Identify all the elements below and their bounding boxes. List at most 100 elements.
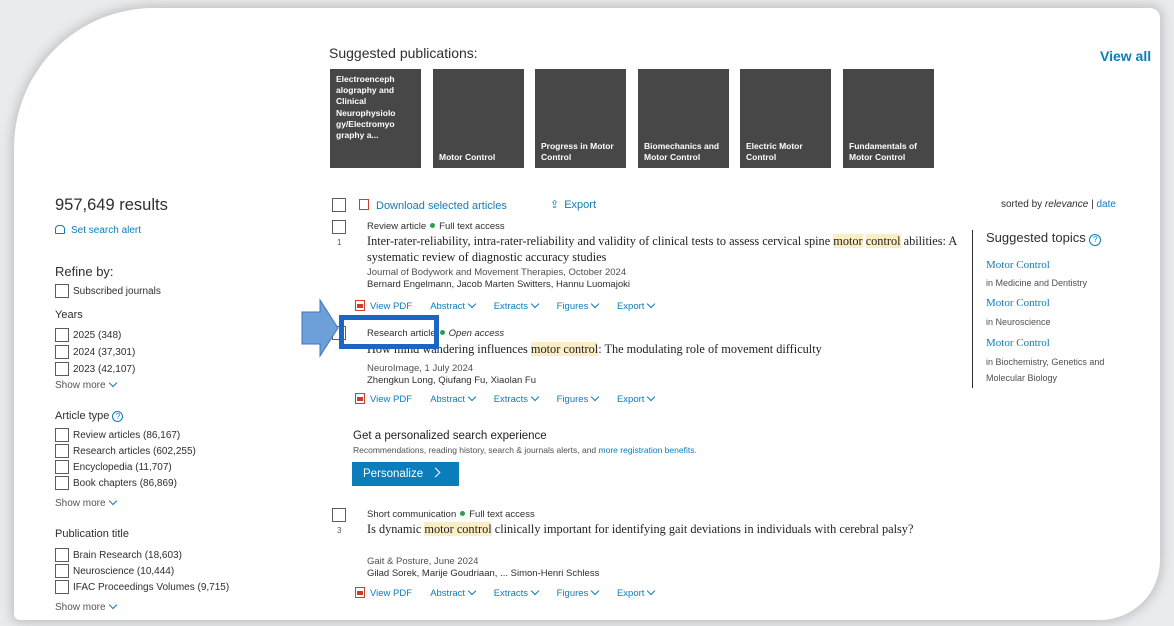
result-title-link[interactable]: Inter-rater-reliability, intra-rater-rel… <box>367 234 957 265</box>
publication-show-more[interactable]: Show more <box>55 600 117 613</box>
article-type-show-more[interactable]: Show more <box>55 496 117 509</box>
result-actions: View PDF Abstract Extracts Figures Expor… <box>355 391 670 405</box>
set-search-alert[interactable]: Set search alert <box>55 224 141 236</box>
screenshot-frame: Suggested publications: View all Electro… <box>0 0 1174 626</box>
topic-area: in Biochemistry, Genetics and <box>986 357 1105 367</box>
pdf-icon <box>355 393 365 404</box>
result-authors: Gilad Sorek, Marije Goudriaan, ... Simon… <box>367 568 600 579</box>
annotation-highlight-box <box>339 315 439 349</box>
extracts-toggle[interactable]: Extracts <box>494 392 540 405</box>
chevron-down-icon <box>467 299 477 309</box>
figures-label: Figures <box>556 301 589 312</box>
publication-tile[interactable]: Biomechanics and Motor Control <box>638 69 729 168</box>
chevron-down-icon <box>108 600 117 610</box>
article-type-checkbox[interactable] <box>55 460 69 474</box>
view-all-link[interactable]: View all <box>1100 48 1151 64</box>
publication-tile[interactable]: Electroenceph alography and Clinical Neu… <box>330 69 421 168</box>
personalize-button[interactable]: Personalize <box>352 462 459 486</box>
article-type-heading: Article type ? <box>55 410 124 422</box>
personalize-description: Recommendations, reading history, search… <box>353 445 597 455</box>
article-type-checkbox[interactable] <box>55 428 69 442</box>
chevron-down-icon <box>591 392 600 402</box>
sort-separator: | <box>1091 199 1094 210</box>
extracts-label: Extracts <box>493 588 528 599</box>
figures-toggle[interactable]: Figures <box>556 299 600 312</box>
abstract-toggle[interactable]: Abstract <box>430 586 477 599</box>
export-toggle[interactable]: Export <box>617 392 656 405</box>
result-checkbox[interactable] <box>332 508 346 522</box>
registration-benefits-link[interactable]: more registration benefits. <box>599 445 697 455</box>
extracts-toggle[interactable]: Extracts <box>493 586 540 599</box>
personalize-button-label: Personalize <box>363 468 424 480</box>
suggested-topics-label: Suggested topics <box>986 230 1086 245</box>
topic-area: Molecular Biology <box>986 373 1058 383</box>
year-checkbox[interactable] <box>55 345 69 359</box>
publication-tile[interactable]: Fundamentals of Motor Control <box>843 69 934 168</box>
article-type-label: Review article <box>367 221 427 232</box>
year-option: 2024 (37,301) <box>73 347 136 358</box>
view-pdf-link[interactable]: View PDF <box>355 393 412 405</box>
view-pdf-link[interactable]: View PDF <box>355 300 412 312</box>
chevron-down-icon <box>647 586 656 596</box>
article-type-label: Short communication <box>367 509 457 520</box>
publication-checkbox[interactable] <box>55 564 69 578</box>
article-type-checkbox[interactable] <box>55 476 69 490</box>
subscribed-journals-checkbox[interactable] <box>55 284 69 298</box>
year-checkbox[interactable] <box>55 362 69 376</box>
export-button[interactable]: ⇪ Export <box>550 198 596 211</box>
title-highlight: motor control <box>424 522 492 536</box>
figures-toggle[interactable]: Figures <box>557 586 600 599</box>
publication-checkbox[interactable] <box>55 580 69 594</box>
tile-title: Electric Motor Control <box>746 140 803 162</box>
topics-divider <box>972 230 973 388</box>
help-icon[interactable]: ? <box>1089 234 1102 246</box>
result-actions: View PDF Abstract Extracts Figures Expor… <box>355 298 670 312</box>
publication-tile[interactable]: Motor Control <box>433 69 524 168</box>
result-title-link[interactable]: Is dynamic motor control clinically impo… <box>367 522 957 538</box>
extracts-toggle[interactable]: Extracts <box>493 299 540 312</box>
chevron-down-icon <box>530 299 540 309</box>
topic-link[interactable]: Motor Control <box>986 259 1050 271</box>
help-icon[interactable]: ? <box>112 411 124 422</box>
topic-link[interactable]: Motor Control <box>986 297 1050 309</box>
publication-title-heading: Publication title <box>55 528 129 540</box>
article-type-label: Article type <box>55 410 110 422</box>
chevron-down-icon <box>530 586 540 596</box>
publication-tile[interactable]: Progress in Motor Control <box>535 69 626 168</box>
access-label: Full text access <box>439 221 505 232</box>
year-checkbox[interactable] <box>55 328 69 342</box>
years-show-more[interactable]: Show more <box>55 378 117 391</box>
result-checkbox[interactable] <box>332 220 346 234</box>
result-badge: Short communication Full text access <box>367 509 535 520</box>
extracts-label: Extracts <box>493 301 528 312</box>
personalize-text: Recommendations, reading history, search… <box>353 445 697 455</box>
publication-checkbox[interactable] <box>55 548 69 562</box>
figures-toggle[interactable]: Figures <box>556 392 600 405</box>
result-number: 1 <box>337 238 342 247</box>
result-journal: Gait & Posture, June 2024 <box>367 556 479 567</box>
pdf-icon <box>355 587 365 598</box>
view-pdf-link[interactable]: View PDF <box>355 587 412 599</box>
publication-tile[interactable]: Electric Motor Control <box>740 69 831 168</box>
publication-option: Neuroscience (10,444) <box>73 566 175 577</box>
abstract-label: Abstract <box>430 301 466 312</box>
abstract-toggle[interactable]: Abstract <box>430 392 477 405</box>
export-label: Export <box>616 588 645 599</box>
topic-link[interactable]: Motor Control <box>986 337 1050 349</box>
download-selected-button[interactable]: Download selected articles <box>359 198 507 212</box>
export-toggle[interactable]: Export <box>616 586 656 599</box>
export-toggle[interactable]: Export <box>617 299 656 312</box>
sort-date-link[interactable]: date <box>1096 199 1115 210</box>
access-dot-icon <box>460 511 466 516</box>
access-label: Full text access <box>469 509 535 520</box>
topic-area: in Neuroscience <box>986 317 1051 327</box>
year-option: 2023 (42,107) <box>73 364 136 375</box>
result-number: 3 <box>337 526 342 535</box>
abstract-toggle[interactable]: Abstract <box>430 299 477 312</box>
select-all-checkbox[interactable] <box>332 198 346 212</box>
figures-label: Figures <box>556 394 589 405</box>
article-type-checkbox[interactable] <box>55 444 69 458</box>
sort-relevance[interactable]: relevance <box>1045 199 1088 210</box>
result-title-link[interactable]: How mind wandering influences motor cont… <box>367 342 957 358</box>
suggested-publications-heading: Suggested publications: <box>329 45 478 61</box>
